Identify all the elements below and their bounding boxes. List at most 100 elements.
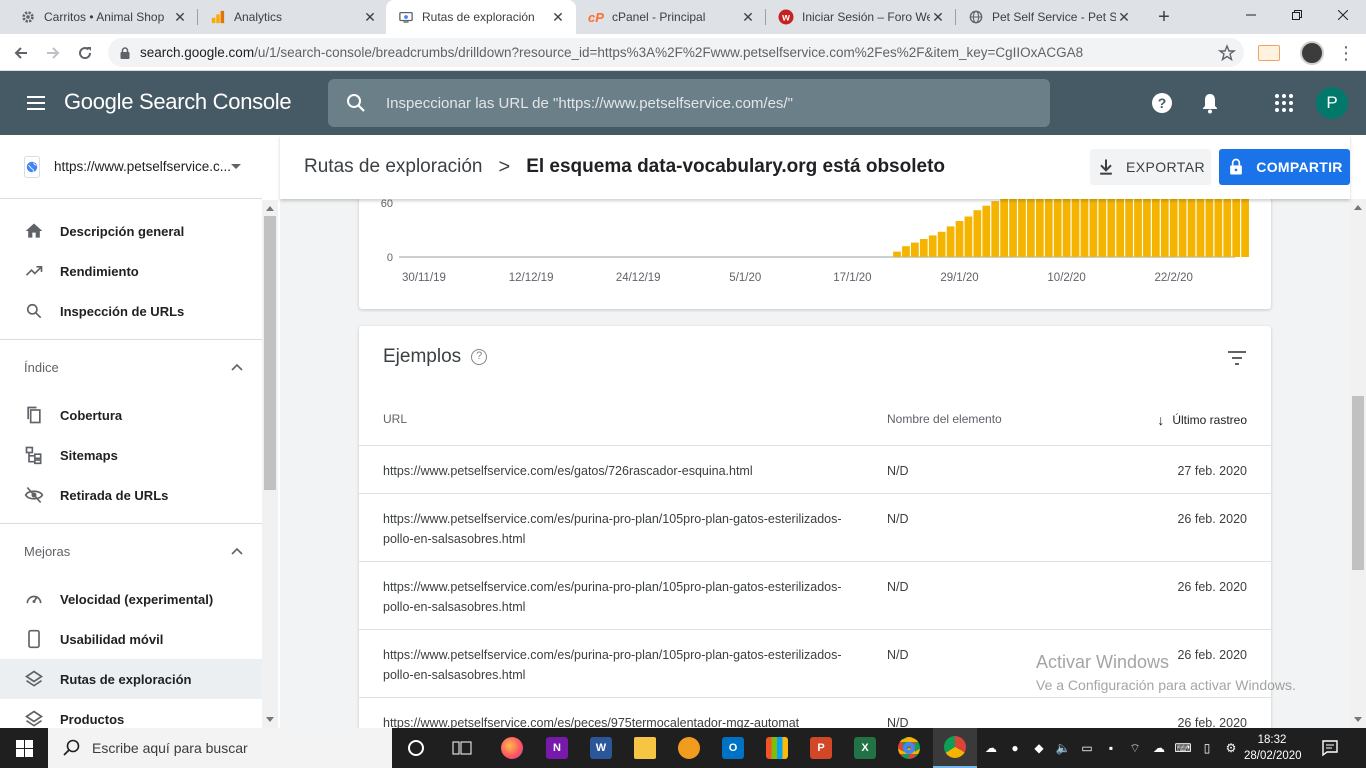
forward-button[interactable] [40,40,66,66]
back-button[interactable] [8,40,34,66]
network-tray-icon[interactable]: ▯ [1198,739,1216,757]
task-view-icon[interactable] [440,728,484,768]
sidebar-item-coverage[interactable]: Cobertura [0,395,262,435]
sidebar-item-overview[interactable]: Descripción general [0,211,262,251]
scrollbar-thumb[interactable] [264,216,276,490]
sidebar-scrollbar[interactable] [262,200,278,728]
hamburger-menu-icon[interactable] [24,91,48,115]
scroll-down-arrow-icon[interactable] [1354,717,1362,722]
forum-favicon-icon: w [778,9,794,25]
bookmark-star-icon[interactable] [1217,43,1237,62]
scroll-up-arrow-icon[interactable] [1354,205,1362,210]
excel-app-icon[interactable]: X [843,728,887,768]
phone-icon [24,629,44,649]
windows-start-button[interactable] [0,728,48,768]
inspect-url-input[interactable] [386,94,1050,112]
product-name[interactable]: Google Search Console [64,89,292,115]
address-bar[interactable]: search.google.com/u/1/search-console/bre… [108,38,1244,67]
layers-icon [24,709,44,728]
export-button[interactable]: EXPORTAR [1090,149,1211,185]
cortana-circle-icon[interactable] [394,728,438,768]
new-tab-button[interactable]: + [1152,5,1176,29]
restore-window-button[interactable] [1274,0,1320,30]
sidebar-item-speed[interactable]: Velocidad (experimental) [0,579,262,619]
wifi-icon[interactable]: ⌔ [1126,739,1144,757]
table-row[interactable]: https://www.petselfservice.com/es/peces/… [359,698,1271,728]
browser-tab-active[interactable]: Rutas de exploración ✕ [386,0,576,34]
apps-grid-icon[interactable] [1272,91,1296,115]
extension-icon[interactable] [1258,45,1280,61]
chrome-app-icon[interactable] [887,728,931,768]
browser-tab[interactable]: Analytics ✕ [198,0,388,34]
firefox-app-icon[interactable] [490,728,534,768]
minimize-window-button[interactable] [1228,0,1274,30]
outlook-app-icon[interactable]: O [711,728,755,768]
store-app-icon[interactable] [755,728,799,768]
scroll-down-arrow-icon[interactable] [266,717,274,722]
browser-tab[interactable]: Carritos • Animal Shop ✕ [8,0,198,34]
table-row[interactable]: https://www.petselfservice.com/es/purina… [359,494,1271,562]
volume-icon[interactable]: 🔈 [1054,739,1072,757]
onedrive-tray-icon[interactable]: ☁ [982,739,1000,757]
powerpoint-app-icon[interactable]: P [799,728,843,768]
sidebar-section-enhancements[interactable]: Mejoras [0,523,262,579]
sidebar-item-products[interactable]: Productos [0,699,262,728]
filter-icon[interactable] [1225,346,1249,370]
sidebar-section-index[interactable]: Índice [0,339,262,395]
sidebar-item-url-removal[interactable]: Retirada de URLs [0,475,262,515]
taskbar-search-input[interactable] [92,740,392,756]
column-header-url[interactable]: URL [383,412,407,426]
system-tray-icon[interactable]: ▭ [1078,739,1096,757]
browser-tab[interactable]: Pet Self Service - Pet Se ✕ [956,0,1142,34]
account-avatar[interactable]: P [1316,87,1348,119]
help-icon[interactable]: ? [1150,91,1174,115]
chrome-tray-icon[interactable]: ● [1006,739,1024,757]
nvidia-tray-icon[interactable]: ▪ [1102,739,1120,757]
action-center-icon[interactable] [1320,738,1340,758]
close-tab-icon[interactable]: ✕ [1116,9,1132,25]
sidebar-item-performance[interactable]: Rendimiento [0,251,262,291]
browser-menu-icon[interactable]: ⋮ [1336,41,1356,65]
chart-bar [1080,199,1089,257]
property-selector[interactable]: https://www.petselfservice.c... [0,135,262,199]
table-row[interactable]: https://www.petselfservice.com/es/purina… [359,562,1271,630]
scrollbar-thumb[interactable] [1352,396,1364,570]
column-header-item-name[interactable]: Nombre del elemento [887,412,1002,426]
share-button[interactable]: COMPARTIR [1219,149,1350,185]
column-header-last-crawl[interactable]: ↓ Último rastreo [1157,412,1247,428]
sidebar-item-sitemaps[interactable]: Sitemaps [0,435,262,475]
system-clock[interactable]: 18:32 28/02/2020 [1244,732,1302,764]
file-explorer-icon[interactable] [623,728,667,768]
settings-tray-icon[interactable]: ⚙ [1222,739,1240,757]
settings-gear-app-icon[interactable] [667,728,711,768]
sidebar-item-breadcrumbs[interactable]: Rutas de exploración [0,659,262,699]
app-tray-icon[interactable]: ◆ [1030,739,1048,757]
cloud-tray-icon[interactable]: ☁ [1150,739,1168,757]
table-row[interactable]: https://www.petselfservice.com/es/gatos/… [359,446,1271,494]
notifications-bell-icon[interactable] [1198,91,1222,115]
browser-tab[interactable]: cP cPanel - Principal ✕ [576,0,766,34]
close-tab-icon[interactable]: ✕ [362,9,378,25]
close-tab-icon[interactable]: ✕ [930,9,946,25]
sidebar-item-url-inspection[interactable]: Inspección de URLs [0,291,262,331]
browser-tab[interactable]: w Iniciar Sesión – Foro We ✕ [766,0,956,34]
reload-button[interactable] [72,40,98,66]
breadcrumb-parent-link[interactable]: Rutas de exploración [304,156,483,178]
close-tab-icon[interactable]: ✕ [550,9,566,25]
browser-profile-avatar[interactable] [1300,41,1324,65]
scroll-up-arrow-icon[interactable] [266,206,274,211]
close-tab-icon[interactable]: ✕ [172,9,188,25]
windows-activation-watermark: Activar Windows Ve a Configuración para … [1036,652,1296,693]
main-scrollbar[interactable] [1350,199,1366,728]
onenote-app-icon[interactable]: N [535,728,579,768]
taskbar-search-box[interactable] [48,728,392,768]
chevron-up-icon [230,545,244,559]
language-tray-icon[interactable]: ⌨ [1174,739,1192,757]
close-tab-icon[interactable]: ✕ [740,9,756,25]
sidebar-item-mobile-usability[interactable]: Usabilidad móvil [0,619,262,659]
close-window-button[interactable] [1320,0,1366,30]
word-app-icon[interactable]: W [579,728,623,768]
inspect-url-search[interactable] [328,79,1050,127]
help-circle-icon[interactable]: ? [471,349,488,365]
chrome-active-window-icon[interactable] [933,728,977,768]
